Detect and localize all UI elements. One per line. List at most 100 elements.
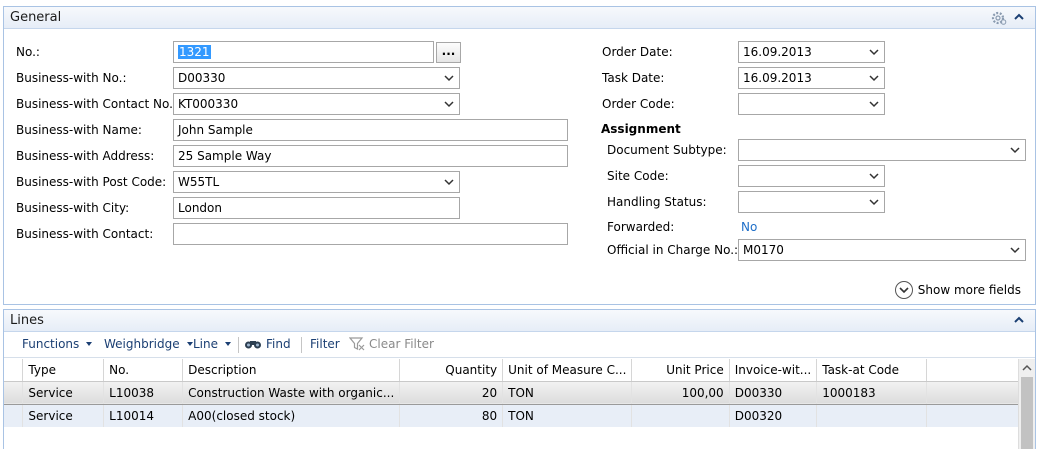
cell-unit-of-measure[interactable]: TON (502, 404, 633, 427)
filter-label: Filter (310, 337, 340, 351)
site-code-field[interactable] (738, 165, 885, 187)
column-header-task-at-code[interactable]: Task-at Code (816, 359, 928, 382)
column-header-quantity[interactable]: Quantity (399, 359, 504, 382)
clear-filter-icon (349, 337, 365, 351)
row-selector-header (4, 359, 24, 382)
caret-down-icon (86, 342, 93, 346)
clear-filter-button[interactable]: Clear Filter (349, 337, 434, 351)
column-header-invoice-with[interactable]: Invoice-wit... (729, 359, 818, 382)
business-with-no-label: Business-with No.: (16, 71, 127, 85)
business-with-name-field[interactable]: John Sample (173, 119, 568, 141)
business-with-city-field[interactable]: London (173, 197, 460, 219)
toolbar-divider (301, 337, 302, 353)
official-in-charge-label: Official in Charge No.: (607, 243, 739, 257)
cell-type[interactable]: Service (22, 404, 105, 427)
assignment-heading: Assignment (601, 122, 681, 136)
find-label: Find (266, 337, 291, 351)
column-header-type[interactable]: Type (22, 359, 105, 382)
column-header-unit-of-measure[interactable]: Unit of Measure C... (502, 359, 633, 382)
cell-unit-of-measure[interactable]: TON (502, 380, 633, 405)
official-in-charge-value: M0170 (743, 243, 784, 257)
find-button[interactable]: Find (244, 337, 291, 351)
no-lookup-button[interactable]: ... (436, 42, 461, 63)
business-with-no-field[interactable]: D00330 (173, 67, 460, 89)
cell-task-at-code[interactable] (816, 404, 928, 427)
order-code-field[interactable] (738, 93, 885, 115)
chevron-down-icon[interactable] (869, 198, 879, 206)
document-subtype-field[interactable] (738, 139, 1026, 161)
lines-title: Lines (10, 313, 44, 328)
line-menu[interactable]: Line (193, 337, 232, 351)
cell-invoice-with[interactable]: D00320 (729, 404, 818, 427)
cell-quantity[interactable]: 20 (399, 380, 504, 405)
handling-status-field[interactable] (738, 191, 885, 213)
toolbar-divider (238, 337, 239, 353)
filter-button[interactable]: Filter (310, 337, 340, 351)
business-with-contact-no-value: KT000330 (178, 97, 239, 111)
document-subtype-label: Document Subtype: (607, 143, 727, 157)
business-with-contact-field[interactable] (173, 223, 568, 245)
scrollbar-thumb[interactable] (1021, 377, 1033, 449)
row-selector[interactable] (4, 380, 24, 405)
row-selector[interactable] (4, 404, 24, 427)
cell-invoice-with[interactable]: D00330 (729, 380, 818, 405)
lines-grid: Type No. Description Quantity Unit of Me… (4, 359, 1035, 427)
no-field[interactable]: 1321 (173, 41, 434, 63)
business-with-address-label: Business-with Address: (16, 149, 155, 163)
cell-type[interactable]: Service (22, 380, 105, 405)
column-header-description[interactable]: Description (182, 359, 401, 382)
caret-down-icon (186, 342, 193, 346)
scroll-up-icon[interactable] (1019, 361, 1035, 375)
cell-task-at-code[interactable]: 1000183 (816, 380, 928, 405)
business-with-address-field[interactable]: 25 Sample Way (173, 145, 568, 167)
task-date-value: 16.09.2013 (743, 71, 812, 85)
official-in-charge-field[interactable]: M0170 (738, 239, 1026, 261)
business-with-post-code-value: W55TL (178, 175, 220, 189)
chevron-down-icon[interactable] (1010, 146, 1020, 154)
line-label: Line (193, 337, 219, 351)
cell-quantity[interactable]: 80 (399, 404, 504, 427)
vertical-scrollbar[interactable] (1018, 359, 1035, 449)
chevron-down-icon[interactable] (444, 74, 454, 82)
business-with-no-value: D00330 (178, 71, 226, 85)
forwarded-value[interactable]: No (741, 220, 757, 234)
column-header-no[interactable]: No. (103, 359, 184, 382)
business-with-city-label: Business-with City: (16, 201, 130, 215)
handling-status-label: Handling Status: (607, 195, 707, 209)
cell-description[interactable]: Construction Waste with organic... (182, 380, 401, 405)
chevron-down-icon[interactable] (869, 48, 879, 56)
business-with-post-code-field[interactable]: W55TL (173, 171, 460, 193)
cell-no[interactable]: L10014 (103, 404, 184, 427)
collapse-general-icon[interactable] (1013, 11, 1025, 23)
caret-down-icon (225, 342, 232, 346)
cell-no[interactable]: L10038 (103, 380, 184, 405)
chevron-down-icon[interactable] (444, 100, 454, 108)
clear-filter-label: Clear Filter (369, 337, 434, 351)
forwarded-label: Forwarded: (607, 220, 675, 234)
cell-unit-price[interactable] (631, 404, 730, 427)
no-label: No.: (16, 45, 40, 59)
order-date-value: 16.09.2013 (743, 45, 812, 59)
business-with-city-value: London (178, 201, 222, 215)
chevron-down-icon[interactable] (869, 172, 879, 180)
general-title: General (10, 10, 62, 25)
cell-description[interactable]: A00(closed stock) (182, 404, 401, 427)
gear-icon[interactable] (991, 10, 1007, 26)
weighbridge-menu[interactable]: Weighbridge (104, 337, 193, 351)
order-date-field[interactable]: 16.09.2013 (738, 41, 885, 63)
table-row[interactable]: Service L10038 Construction Waste with o… (4, 380, 1035, 405)
functions-menu[interactable]: Functions (22, 337, 93, 351)
show-more-fields-button[interactable]: Show more fields (894, 281, 1021, 299)
chevron-down-icon[interactable] (869, 74, 879, 82)
task-date-field[interactable]: 16.09.2013 (738, 67, 885, 89)
chevron-down-icon[interactable] (869, 100, 879, 108)
table-row[interactable]: Service L10014 A00(closed stock) 80 TON … (4, 404, 1035, 427)
column-header-unit-price[interactable]: Unit Price (631, 359, 730, 382)
chevron-down-icon[interactable] (444, 178, 454, 186)
weighbridge-label: Weighbridge (104, 337, 180, 351)
collapse-lines-icon[interactable] (1013, 314, 1025, 326)
cell-unit-price[interactable]: 100,00 (631, 380, 730, 405)
chevron-down-icon[interactable] (1010, 246, 1020, 254)
business-with-contact-no-field[interactable]: KT000330 (173, 93, 460, 115)
business-with-address-value: 25 Sample Way (178, 149, 272, 163)
